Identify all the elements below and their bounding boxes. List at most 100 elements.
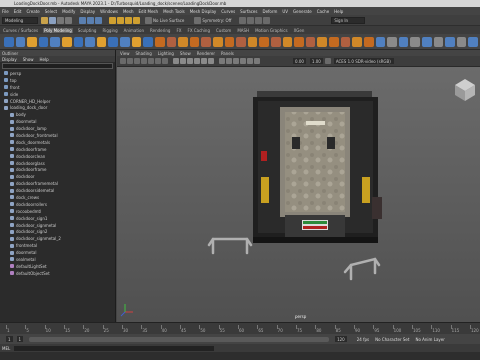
textured-icon[interactable] <box>194 58 200 64</box>
end-frame-field[interactable]: 120 <box>335 336 347 342</box>
cylindrical-map-icon[interactable] <box>398 36 409 47</box>
anti-aliasing-icon[interactable] <box>247 58 253 64</box>
fps-dropdown[interactable]: 24 fps <box>357 337 369 342</box>
menu-file[interactable]: File <box>2 9 9 14</box>
current-start-field[interactable]: 1 <box>16 336 24 342</box>
outliner-menu-help[interactable]: Help <box>40 57 49 62</box>
outliner-item[interactable]: dockdoorframe <box>0 166 115 173</box>
time-slider[interactable]: 1 5 10 15 20 25 30 35 40 45 50 55 60 65 70 75 80 85 90 95 10… <box>0 322 480 334</box>
extrude-icon[interactable] <box>271 36 281 47</box>
outliner-item[interactable]: frontmetal <box>0 242 115 249</box>
super-ellipse-icon[interactable] <box>143 36 153 47</box>
target-weld-icon[interactable] <box>294 36 304 47</box>
outliner-search-input[interactable] <box>2 63 113 69</box>
pipe-icon[interactable] <box>96 36 107 47</box>
spherical-map-icon[interactable] <box>410 36 420 47</box>
outliner-item[interactable]: dockdoor_frontmetal <box>0 132 115 139</box>
outliner-item[interactable]: dock_doormetals <box>0 139 115 146</box>
shelf-tab-xgen[interactable]: XGen <box>293 28 306 33</box>
range-bar[interactable] <box>29 336 330 342</box>
shelf-tab-custom[interactable]: Custom <box>215 28 232 33</box>
menu-mesh-tools[interactable]: Mesh Tools <box>163 9 185 14</box>
image-plane-icon[interactable] <box>141 58 147 64</box>
merge-icon[interactable] <box>363 36 374 47</box>
outliner-item[interactable]: defaultLightSet <box>0 263 115 270</box>
outliner-item[interactable]: doormetal <box>0 249 115 256</box>
ambient-occlusion-icon[interactable] <box>240 58 246 64</box>
save-icon[interactable] <box>49 16 56 24</box>
select-hierarchy-icon[interactable] <box>79 16 86 24</box>
menu-select[interactable]: Select <box>45 9 57 14</box>
command-input[interactable] <box>14 345 215 351</box>
boolean-icon[interactable] <box>212 36 223 47</box>
viewport-3d[interactable]: persp <box>117 67 480 322</box>
viewport-menu-panels[interactable]: Panels <box>221 51 234 56</box>
outliner-item[interactable]: body <box>0 111 115 118</box>
magnet-icon[interactable] <box>109 16 116 24</box>
plane-icon[interactable] <box>62 36 72 47</box>
separate-icon[interactable] <box>178 36 188 47</box>
layout-icon[interactable] <box>433 36 444 47</box>
cube-icon[interactable] <box>15 36 26 47</box>
cylinder-icon[interactable] <box>27 36 37 47</box>
shelf-tab-fx-caching[interactable]: FX Caching <box>187 28 211 33</box>
wireframe-on-shaded-icon[interactable] <box>187 58 193 64</box>
outliner-item[interactable]: dockdoor_signmetal <box>0 222 115 229</box>
smooth-shade-icon[interactable] <box>180 58 186 64</box>
depth-of-field-icon[interactable] <box>254 58 260 64</box>
snap-grid-icon[interactable] <box>117 16 124 24</box>
outliner-item[interactable]: dockdoorrollers <box>0 201 115 208</box>
outliner-item[interactable]: doormetal <box>0 118 115 125</box>
unfold-icon[interactable] <box>468 36 478 47</box>
start-frame-field[interactable]: 1 <box>6 336 13 342</box>
menu-help[interactable]: Help <box>334 9 343 14</box>
automatic-map-icon[interactable] <box>421 36 432 47</box>
platonic-icon[interactable] <box>85 36 95 47</box>
outliner-item[interactable]: sealmetal <box>0 256 115 263</box>
outliner-item[interactable]: front <box>0 84 115 91</box>
folder-icon[interactable] <box>41 16 48 24</box>
menu-mesh[interactable]: Mesh <box>123 9 134 14</box>
menu-curves[interactable]: Curves <box>221 9 235 14</box>
smooth-icon[interactable] <box>201 36 211 47</box>
select-object-icon[interactable] <box>87 16 94 24</box>
mel-label[interactable]: MEL <box>2 346 10 351</box>
outliner-item[interactable]: dockdoorframe <box>0 146 115 153</box>
viewport-menu-view[interactable]: View <box>120 51 130 56</box>
live-surface-icon[interactable] <box>145 16 152 24</box>
xray-joints-icon[interactable] <box>226 58 232 64</box>
helix-icon[interactable] <box>108 36 119 47</box>
sign-in-button[interactable]: Sign In <box>331 16 366 24</box>
cone-icon[interactable] <box>38 36 49 47</box>
outliner-item[interactable]: dockdoorglass <box>0 160 115 167</box>
outliner-item[interactable]: dockdoor_sign2 <box>0 228 115 235</box>
connect-icon[interactable] <box>340 36 351 47</box>
lights-icon[interactable] <box>201 58 207 64</box>
outliner-item[interactable]: persp <box>0 70 115 77</box>
insert-loop-icon[interactable] <box>317 36 328 47</box>
outliner-menu-display[interactable]: Display <box>2 57 17 62</box>
shelf-tab-poly-modeling[interactable]: Poly Modeling <box>43 27 73 33</box>
undo-icon[interactable] <box>57 16 64 24</box>
outliner-item[interactable]: defaultObjectSet <box>0 270 115 277</box>
outliner-item[interactable]: dockdoorframemetal <box>0 180 115 187</box>
workspace-selector[interactable]: Modeling <box>2 16 38 24</box>
viewport-menu-renderer[interactable]: Renderer <box>197 51 215 56</box>
isolate-icon[interactable] <box>233 58 239 64</box>
uv-editor-icon[interactable] <box>375 36 386 47</box>
combine-icon[interactable] <box>166 36 177 47</box>
disc-icon[interactable] <box>73 36 84 47</box>
outliner-menu-show[interactable]: Show <box>23 57 34 62</box>
menu-modify[interactable]: Modify <box>62 9 75 14</box>
viewport-menu-show[interactable]: Show <box>180 51 191 56</box>
snap-point-icon[interactable] <box>133 16 140 24</box>
outliner-item[interactable]: top <box>0 77 115 84</box>
planar-map-icon[interactable] <box>387 36 397 47</box>
quad-draw-icon[interactable] <box>305 36 316 47</box>
film-gate-icon[interactable] <box>155 58 161 64</box>
shelf-tab-motion-graphics[interactable]: Motion Graphics <box>254 28 289 33</box>
redo-icon[interactable] <box>65 16 72 24</box>
outliner-item[interactable]: loading_dock_door <box>0 104 115 111</box>
bookmark-icon[interactable] <box>134 58 140 64</box>
outliner-item[interactable]: dockdoor_signmetal_2 <box>0 235 115 242</box>
